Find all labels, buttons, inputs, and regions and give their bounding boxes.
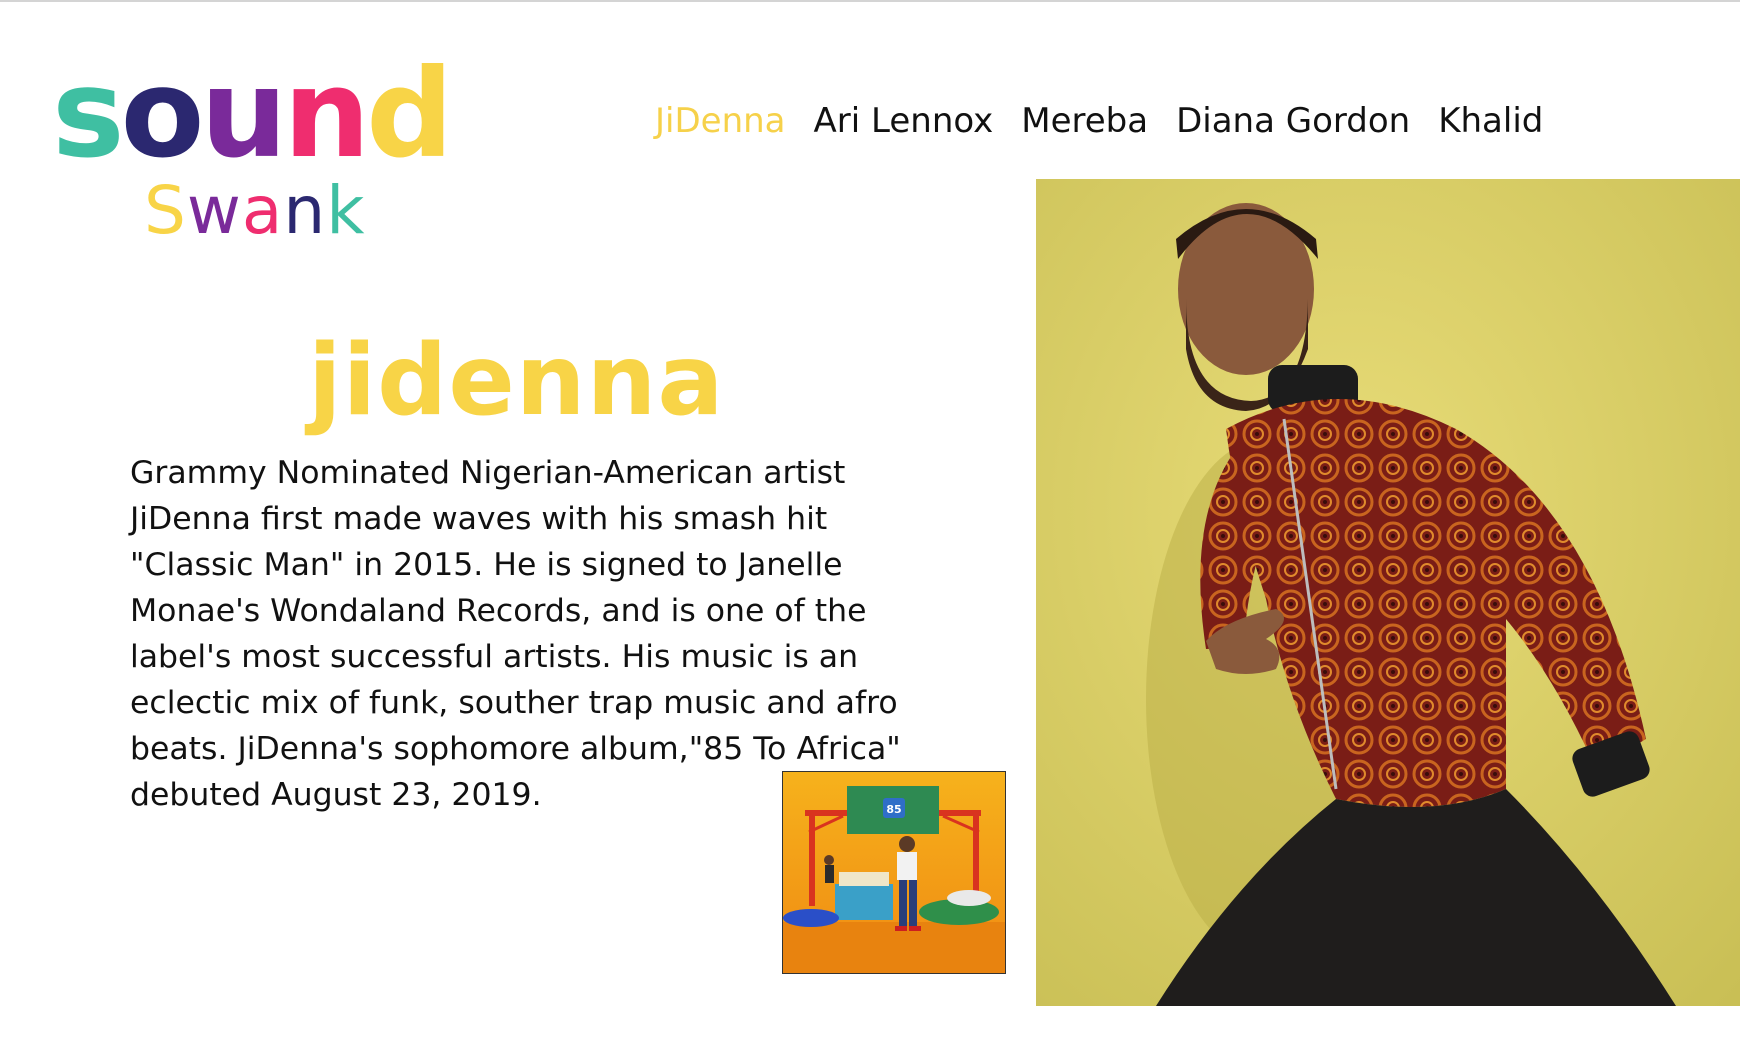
bio-line: beats. JiDenna's sophomore album,"85 To …: [130, 731, 901, 767]
logo-letter: a: [241, 172, 284, 249]
album-cover-image[interactable]: 85: [782, 771, 1006, 974]
nav-item-jidenna[interactable]: JiDenna: [655, 96, 786, 146]
artist-title: jidenna: [308, 324, 725, 438]
bio-line: JiDenna first made waves with his smash …: [130, 501, 828, 537]
logo-word-sound: sound: [52, 43, 454, 185]
album-illustration: 85: [783, 772, 1005, 973]
logo-letter: s: [52, 43, 125, 185]
nav-item-diana-gordon[interactable]: Diana Gordon: [1176, 96, 1410, 146]
artist-portrait-photo: [1036, 179, 1740, 1006]
logo-letter: w: [186, 172, 242, 249]
logo-letter: S: [144, 172, 187, 249]
logo-letter: n: [283, 43, 370, 185]
bio-line: Grammy Nominated Nigerian-American artis…: [130, 455, 846, 491]
logo-letter: u: [200, 43, 287, 185]
logo-letter: n: [283, 172, 327, 249]
logo-word-swank: Swank: [144, 176, 365, 246]
nav-item-khalid[interactable]: Khalid: [1438, 96, 1543, 146]
site-logo[interactable]: sound Swank: [52, 43, 472, 246]
main-nav: JiDenna Ari Lennox Mereba Diana Gordon K…: [655, 96, 1543, 146]
bio-line: "Classic Man" in 2015. He is signed to J…: [130, 547, 843, 583]
artist-bio: Grammy Nominated Nigerian-American artis…: [130, 450, 990, 818]
bio-line: Monae's Wondaland Records, and is one of…: [130, 593, 867, 629]
top-divider: [0, 0, 1740, 2]
portrait-illustration: [1036, 179, 1740, 1006]
logo-letter: o: [120, 43, 205, 185]
logo-letter: k: [326, 172, 366, 249]
nav-item-mereba[interactable]: Mereba: [1021, 96, 1148, 146]
bio-line: eclectic mix of funk, souther trap music…: [130, 685, 898, 721]
nav-item-ari-lennox[interactable]: Ari Lennox: [814, 96, 994, 146]
logo-letter: d: [366, 43, 453, 185]
bio-line: label's most successful artists. His mus…: [130, 639, 859, 675]
album-sign-text: 85: [886, 803, 901, 816]
